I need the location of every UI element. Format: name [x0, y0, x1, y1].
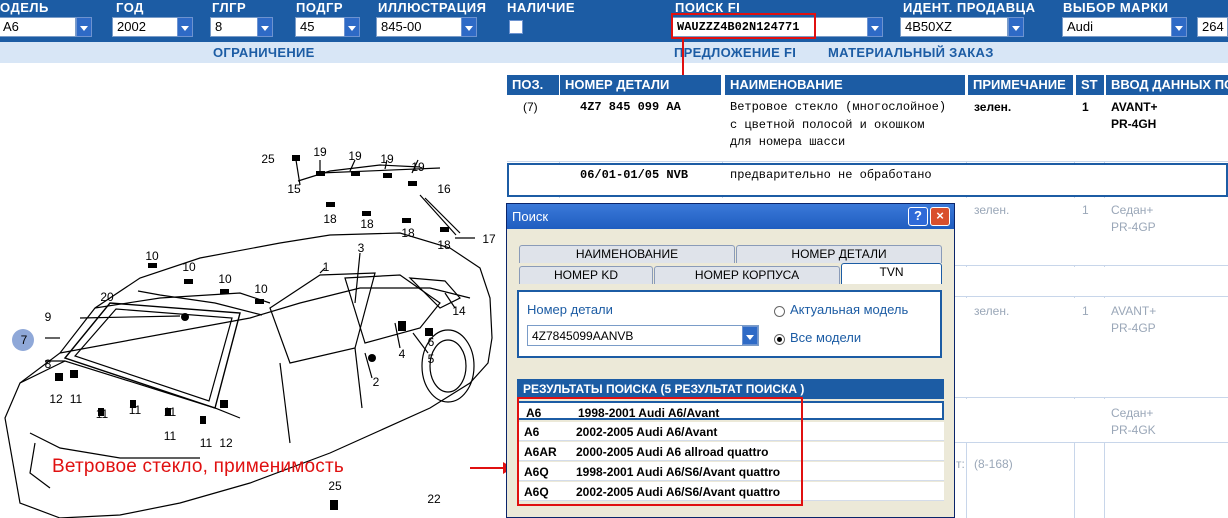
row1-note: зелен. — [974, 100, 1012, 114]
col-name-header: НАИМЕНОВАНИЕ — [725, 75, 965, 95]
app-root: ОДЕЛЬ ГОД ГЛГР ПОДГР ИЛЛЮСТРАЦИЯ НАЛИЧИЕ… — [0, 0, 1228, 518]
row3-data-line1: Седан+ — [1111, 203, 1154, 217]
col-pos-header: ПОЗ. — [507, 75, 559, 95]
row3-note: зелен. — [974, 203, 1010, 217]
row2-part-range: 06/01-01/05 NVB — [580, 168, 689, 182]
part-number-combo[interactable]: 4Z7845099AANVB — [527, 325, 759, 346]
tab-body-number[interactable]: НОМЕР КОРПУСА — [654, 266, 840, 284]
row2-name: предварительно не обработано — [730, 168, 932, 182]
tab-name[interactable]: НАИМЕНОВАНИЕ — [519, 245, 735, 263]
part-number-label: Номер детали — [527, 302, 613, 317]
results-highlight-box — [517, 397, 803, 506]
dialog-title: Поиск — [512, 209, 549, 224]
row1-part-number[interactable]: 4Z7 845 099 AA — [580, 100, 681, 114]
col-note-header: ПРИМЕЧАНИЕ — [968, 75, 1073, 95]
row1-name-line2: с цветной полосой и окошком — [730, 118, 925, 132]
radio-all-models[interactable] — [774, 334, 785, 345]
applicability-annotation: Ветровое стекло, применимость — [52, 456, 344, 477]
results-header: РЕЗУЛЬТАТЫ ПОИСКА (5 РЕЗУЛЬТАТ ПОИСКА ) — [517, 379, 944, 399]
close-button[interactable]: × — [930, 207, 950, 226]
row4-st: 1 — [1082, 304, 1089, 318]
row3-st: 1 — [1082, 203, 1089, 217]
row1-data-line2: PR-4GH — [1111, 117, 1157, 131]
row5-data-line2: PR-4GK — [1111, 423, 1156, 437]
row1-pos: (7) — [523, 100, 538, 114]
part-number-dropdown-button[interactable] — [742, 326, 758, 345]
row4-note: зелен. — [974, 304, 1010, 318]
row4-data-line2: PR-4GP — [1111, 321, 1156, 335]
row1-name-line1: Ветровое стекло (многослойное) — [730, 100, 947, 114]
tab-kd-number[interactable]: НОМЕР KD — [519, 266, 653, 284]
col-st-header: ST — [1076, 75, 1104, 95]
part-number-value: 4Z7845099AANVB — [532, 329, 634, 343]
row1-st: 1 — [1082, 100, 1089, 114]
col-data-header: ВВОД ДАННЫХ ПО — [1106, 75, 1228, 95]
row3-data-line2: PR-4GP — [1111, 220, 1156, 234]
search-panel: Номер детали 4Z7845099AANVB Актуальная м… — [517, 290, 942, 358]
row6-prefix: т: — [956, 457, 965, 471]
current-model-label: Актуальная модель — [790, 302, 909, 317]
dialog-title-bar[interactable]: Поиск — [507, 204, 954, 229]
row1-data-line1: AVANT+ — [1111, 100, 1158, 114]
help-button[interactable]: ? — [908, 207, 928, 226]
row4-data-line1: AVANT+ — [1111, 304, 1157, 318]
tab-part-number[interactable]: НОМЕР ДЕТАЛИ — [736, 245, 942, 263]
all-models-label: Все модели — [790, 330, 862, 345]
row1-name-line3: для номера шасси — [730, 135, 846, 149]
radio-current-model[interactable] — [774, 306, 785, 317]
tab-tvn[interactable]: TVN — [841, 263, 942, 284]
col-part-header: НОМЕР ДЕТАЛИ — [560, 75, 721, 95]
row6-value: (8-168) — [974, 457, 1013, 471]
row5-data-line1: Седан+ — [1111, 406, 1154, 420]
